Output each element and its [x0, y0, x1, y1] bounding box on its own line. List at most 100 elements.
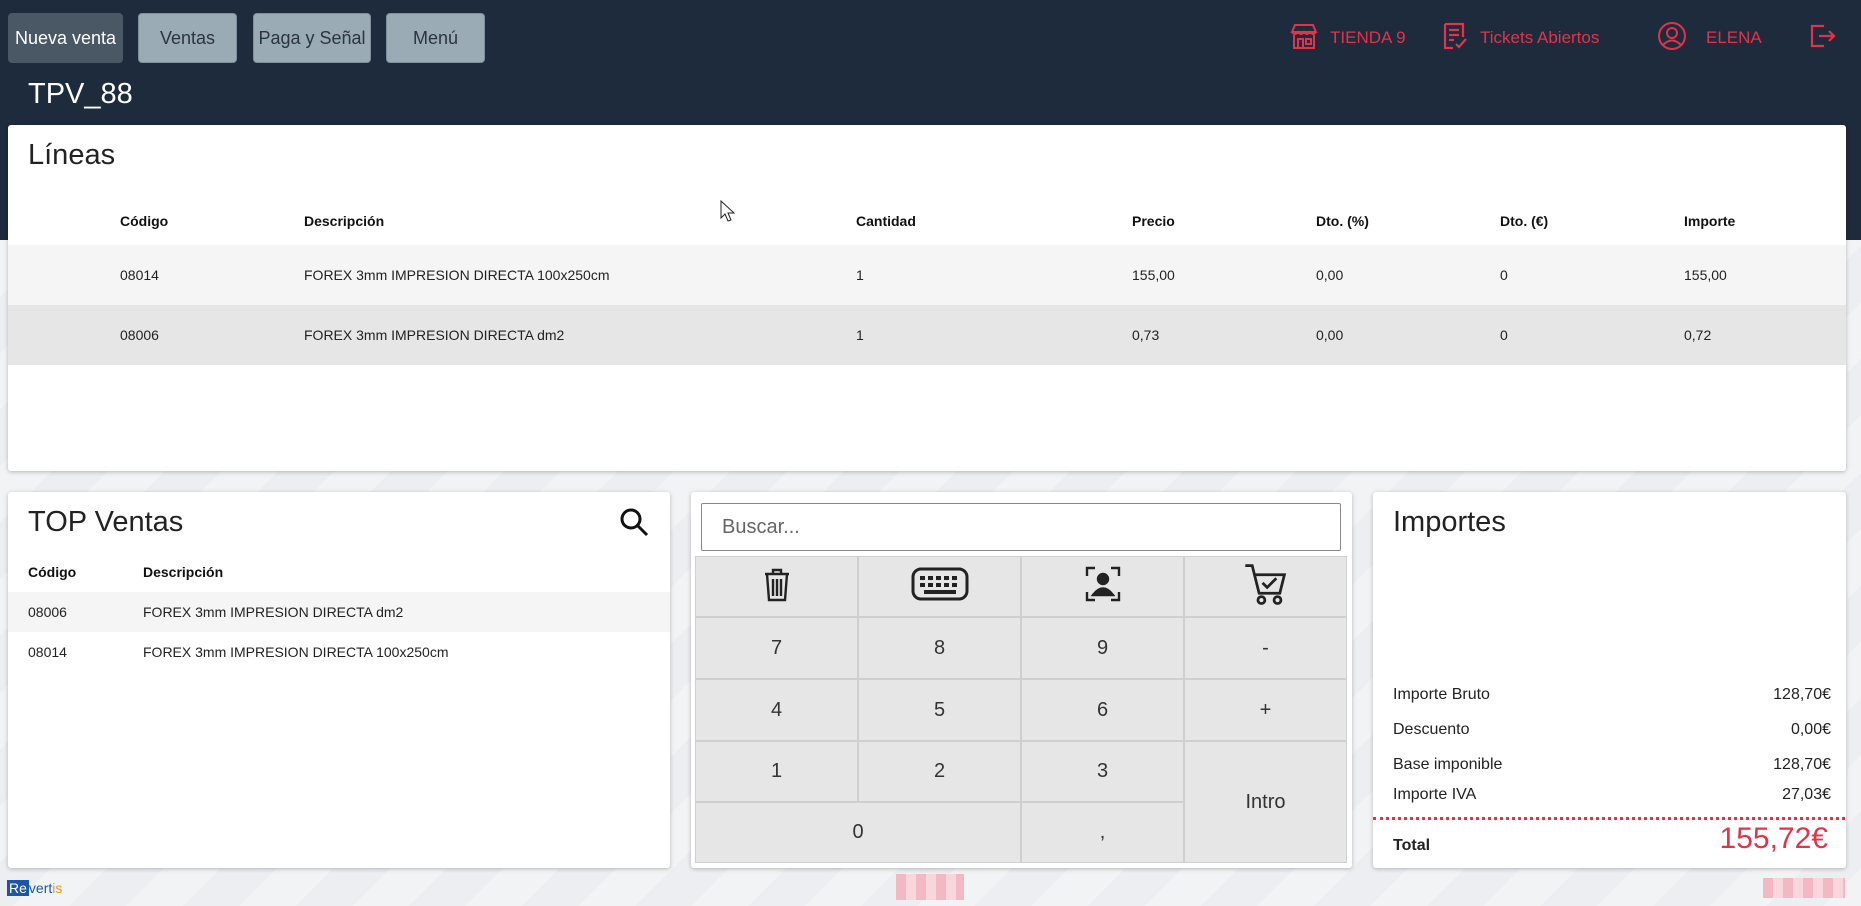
total-value: 155,72€: [1719, 822, 1828, 855]
logo-part-vert: vert: [28, 880, 53, 896]
redacted-area: [896, 874, 964, 900]
logout-icon: [1806, 20, 1838, 57]
logo-part-is: is: [52, 880, 63, 896]
key-intro[interactable]: Intro: [1184, 741, 1347, 863]
importe-iva-value: 27,03€: [1782, 786, 1831, 803]
key-minus[interactable]: -: [1184, 617, 1347, 679]
store-selector[interactable]: TIENDA 9: [1288, 16, 1406, 60]
top-ventas-title: TOP Ventas: [28, 506, 184, 538]
list-item[interactable]: 08006 FOREX 3mm IMPRESION DIRECTA dm2: [8, 592, 670, 632]
cart-check-icon: [1243, 561, 1289, 613]
tickets-label: Tickets Abiertos: [1480, 28, 1600, 47]
cell-codigo: 08006: [120, 327, 159, 343]
user-icon: [1656, 20, 1688, 57]
descuento-value: 0,00€: [1790, 721, 1831, 738]
base-imponible-row: Base imponible 128,70€: [1393, 756, 1831, 774]
key-2[interactable]: 2: [858, 741, 1021, 802]
lines-card: Líneas Código Descripción Cantidad Preci…: [8, 125, 1846, 471]
cell-dto-eur: 0: [1500, 327, 1508, 343]
key-6[interactable]: 6: [1021, 679, 1184, 741]
descuento-row: Descuento 0,00€: [1393, 721, 1831, 739]
customer-button[interactable]: [1021, 556, 1184, 617]
delete-button[interactable]: [695, 556, 858, 617]
base-imponible-label: Base imponible: [1393, 756, 1503, 773]
key-comma[interactable]: ,: [1021, 802, 1184, 863]
cell-codigo: 08014: [120, 267, 159, 283]
checkout-button[interactable]: [1184, 556, 1347, 617]
user-menu[interactable]: ELENA: [1656, 16, 1762, 60]
key-1[interactable]: 1: [695, 741, 858, 802]
keyboard-icon: [910, 564, 970, 610]
cell-importe: 0,72: [1684, 327, 1712, 343]
total-divider: [1373, 817, 1845, 820]
logo-part-re: Re: [7, 880, 29, 896]
top-cell-codigo: 08006: [28, 604, 67, 620]
importe-bruto-row: Importe Bruto 128,70€: [1393, 686, 1831, 704]
paga-senal-button[interactable]: Paga y Señal: [253, 13, 371, 63]
key-plus[interactable]: +: [1184, 679, 1347, 741]
col-header-dto-pct: Dto. (%): [1316, 213, 1369, 229]
cell-cantidad: 1: [856, 327, 864, 343]
top-cell-descripcion: FOREX 3mm IMPRESION DIRECTA 100x250cm: [143, 644, 449, 660]
tickets-abiertos-button[interactable]: Tickets Abiertos: [1438, 16, 1599, 60]
importe-bruto-label: Importe Bruto: [1393, 686, 1490, 703]
key-8[interactable]: 8: [858, 617, 1021, 679]
keyboard-button[interactable]: [858, 556, 1021, 617]
top-ventas-card: TOP Ventas Código Descripción 08006 FORE…: [8, 492, 670, 868]
key-9[interactable]: 9: [1021, 617, 1184, 679]
cell-dto-pct: 0,00: [1316, 267, 1344, 283]
cell-descripcion: FOREX 3mm IMPRESION DIRECTA 100x250cm: [304, 267, 610, 283]
cell-dto-eur: 0: [1500, 267, 1508, 283]
key-4[interactable]: 4: [695, 679, 858, 741]
descuento-label: Descuento: [1393, 721, 1470, 738]
cell-precio: 155,00: [1132, 267, 1175, 283]
key-7[interactable]: 7: [695, 617, 858, 679]
cell-descripcion: FOREX 3mm IMPRESION DIRECTA dm2: [304, 327, 565, 343]
keypad-card: 7 8 9 - 4 5 6 + 1 2 3 Intro 0 ,: [691, 492, 1352, 868]
importes-card: Importes Importe Bruto 128,70€ Descuento…: [1373, 492, 1846, 868]
store-label: TIENDA 9: [1330, 28, 1406, 47]
ventas-button[interactable]: Ventas: [138, 13, 237, 63]
importe-iva-label: Importe IVA: [1393, 786, 1477, 803]
cell-precio: 0,73: [1132, 327, 1160, 343]
ticket-check-icon: [1438, 20, 1470, 57]
menu-button[interactable]: Menú: [386, 13, 485, 63]
col-header-codigo: Código: [120, 213, 169, 229]
importes-title: Importes: [1393, 506, 1506, 538]
store-icon: [1288, 20, 1320, 57]
col-header-cantidad: Cantidad: [856, 213, 916, 229]
redacted-area: [1763, 878, 1845, 898]
total-label: Total: [1393, 837, 1431, 854]
cell-dto-pct: 0,00: [1316, 327, 1344, 343]
search-icon[interactable]: [618, 506, 650, 538]
top-col-header-codigo: Código: [28, 564, 77, 580]
top-cell-descripcion: FOREX 3mm IMPRESION DIRECTA dm2: [143, 604, 404, 620]
lines-title: Líneas: [28, 139, 116, 171]
trash-icon: [757, 564, 797, 610]
col-header-importe: Importe: [1684, 213, 1736, 229]
top-col-header-descripcion: Descripción: [143, 564, 224, 580]
logout-button[interactable]: [1806, 16, 1838, 60]
col-header-dto-eur: Dto. (€): [1500, 213, 1549, 229]
list-item[interactable]: 08014 FOREX 3mm IMPRESION DIRECTA 100x25…: [8, 632, 670, 672]
top-cell-codigo: 08014: [28, 644, 67, 660]
key-3[interactable]: 3: [1021, 741, 1184, 802]
key-0[interactable]: 0: [695, 802, 1021, 863]
table-row[interactable]: 08014 FOREX 3mm IMPRESION DIRECTA 100x25…: [8, 245, 1846, 305]
table-row[interactable]: 08006 FOREX 3mm IMPRESION DIRECTA dm2 1 …: [8, 305, 1846, 365]
user-label: ELENA: [1706, 28, 1762, 47]
terminal-title: TPV_88: [28, 78, 133, 110]
revertis-logo: Re vert is: [7, 880, 62, 896]
col-header-descripcion: Descripción: [304, 213, 385, 229]
importe-bruto-value: 128,70€: [1773, 686, 1831, 703]
cell-cantidad: 1: [856, 267, 864, 283]
base-imponible-value: 128,70€: [1773, 756, 1831, 773]
mouse-cursor-icon: [720, 200, 736, 222]
col-header-precio: Precio: [1132, 213, 1175, 229]
key-5[interactable]: 5: [858, 679, 1021, 741]
search-input[interactable]: [701, 503, 1341, 551]
importe-iva-row: Importe IVA 27,03€: [1393, 786, 1831, 804]
customer-scan-icon: [1083, 564, 1123, 610]
nueva-venta-button[interactable]: Nueva venta: [8, 13, 123, 63]
cell-importe: 155,00: [1684, 267, 1727, 283]
